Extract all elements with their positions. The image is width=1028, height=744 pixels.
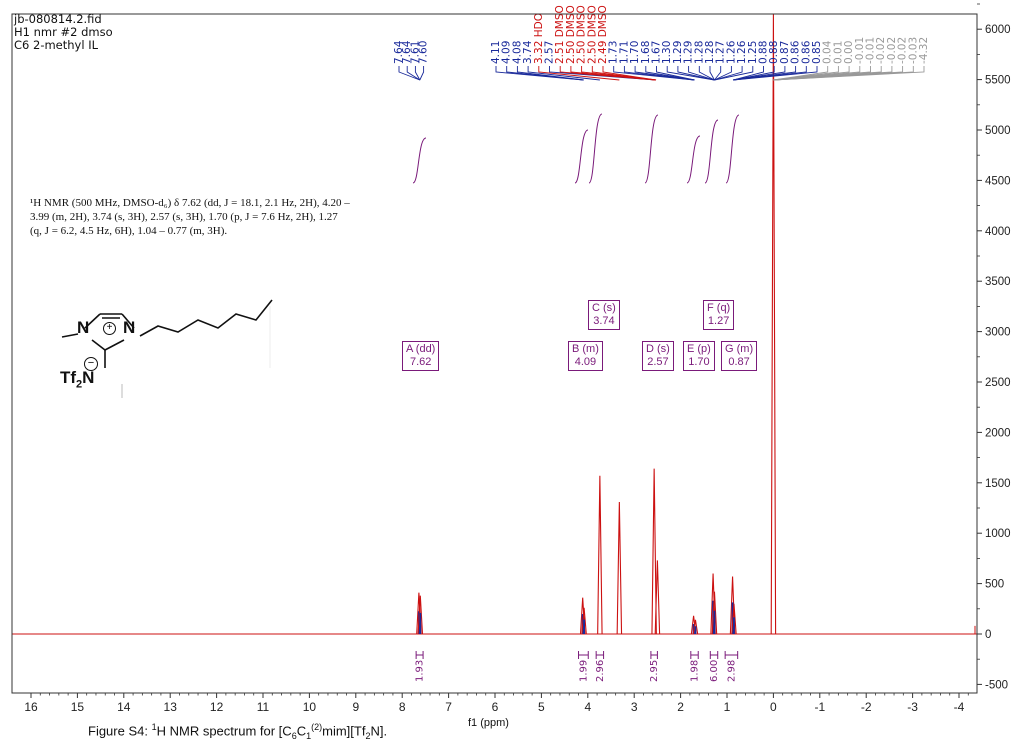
x-axis-label: f1 (ppm)	[468, 717, 509, 729]
x-tick-label: 12	[210, 700, 224, 714]
nitrogen-right-label: N	[123, 318, 136, 337]
spectrum-layer	[12, 14, 977, 635]
integration-value: 1.99	[578, 660, 589, 682]
integral-curve	[725, 114, 740, 184]
multiplet-box-f: F (q) 1.27	[703, 300, 735, 330]
x-tick-label: 0	[770, 700, 777, 714]
x-tick-label: -4	[954, 700, 965, 714]
y-tick-label: 1000	[985, 528, 1011, 540]
x-tick-label: 2	[677, 700, 684, 714]
x-tick-label: 7	[445, 700, 452, 714]
integral-curve	[704, 119, 719, 184]
x-tick-label: 1	[724, 700, 731, 714]
integral-curve	[644, 114, 659, 184]
integral-curve	[588, 113, 603, 184]
y-tick-label: 0	[985, 629, 991, 641]
x-tick-label: 11	[257, 700, 270, 714]
x-tick-label: -2	[861, 700, 872, 714]
integral-curve	[412, 137, 427, 184]
x-tick-label: 3	[631, 700, 638, 714]
integration-value: 6.00	[709, 660, 720, 682]
minus-charge-icon: −	[84, 357, 98, 371]
nmr-spectrum-plot: 7.647.647.617.60 4.114.094.083.743.32 HDO…	[11, 3, 1011, 714]
peak-label-leader	[419, 66, 425, 81]
integration-layer: 1.93 1.99 2.96 2.95 1.98 6.00 2.98	[415, 651, 739, 682]
x-tick-label: -3	[907, 700, 918, 714]
sample-label: C6 2-methyl IL	[14, 38, 98, 52]
x-tick-label: 5	[538, 700, 545, 714]
y-tick-label: 1500	[985, 478, 1011, 490]
y-tick-label: 4500	[985, 175, 1011, 187]
peak-label: -4.32	[918, 37, 930, 64]
integration-value: 1.93	[415, 660, 426, 682]
integral-curves	[412, 113, 740, 184]
multiplet-box-e: E (p) 1.70	[683, 341, 715, 371]
y-tick-label: 2500	[985, 377, 1011, 389]
peak-label: 7.60	[418, 41, 430, 64]
x-tick-label: 14	[117, 700, 131, 714]
integration-value: 2.95	[649, 660, 660, 682]
y-tick-label: 6000	[985, 24, 1011, 36]
multiplet-box-g: G (m) 0.87	[721, 341, 758, 371]
x-tick-label: 6	[492, 700, 499, 714]
spectrum-peak	[770, 14, 777, 635]
x-tick-label: 8	[399, 700, 406, 714]
multiplet-box-c: C (s) 3.74	[588, 300, 620, 330]
x-tick-label: 4	[584, 700, 591, 714]
y-tick-label: 2000	[985, 427, 1011, 439]
y-tick-label: 3000	[985, 327, 1011, 339]
x-tick-label: 16	[24, 700, 38, 714]
multiplet-box-b: B (m) 4.09	[568, 341, 603, 371]
multiplet-box-a: A (dd) 7.62	[402, 341, 440, 371]
peak-label-layer: 7.647.647.617.60 4.114.094.083.743.32 HDO…	[393, 5, 930, 81]
spectrum-peak	[597, 475, 603, 635]
y-tick-label: 3500	[985, 276, 1011, 288]
x-tick-label: -1	[814, 700, 825, 714]
spectrum-peak	[616, 501, 623, 635]
integral-curve	[574, 129, 589, 184]
y-tick-label: -500	[985, 679, 1008, 691]
y-tick-label: 4000	[985, 226, 1011, 238]
integration-value: 1.98	[690, 660, 701, 682]
integration-value: 2.96	[595, 660, 606, 682]
x-tick-label: 10	[303, 700, 317, 714]
multiplet-box-d: D (s) 2.57	[642, 341, 674, 371]
nmr-summary-text: ¹H NMR (500 MHz, DMSO-d₆) δ 7.62 (dd, J …	[30, 197, 350, 237]
y-tick-label: 500	[985, 579, 1004, 591]
axis-layer: 16 15 14 13 12 11 10 9 8 7 6 5 4 3 2 1 0 -1 -2 -3 -4-5000500…	[11, 3, 1011, 714]
plus-charge-icon: +	[103, 322, 116, 335]
nitrogen-left-label: N	[77, 318, 90, 337]
plot-frame	[11, 13, 978, 694]
y-tick-label: 5000	[985, 125, 1011, 137]
figure-caption: Figure S4: 1H NMR spectrum for [C6C1(2)m…	[88, 722, 388, 741]
anion-label: Tf2N	[60, 368, 95, 391]
x-tick-label: 15	[71, 700, 85, 714]
x-tick-label: 13	[164, 700, 178, 714]
y-tick-label: 5500	[985, 75, 1011, 87]
integral-curve	[686, 135, 701, 184]
integration-value: 2.98	[726, 660, 737, 682]
x-tick-label: 9	[352, 700, 359, 714]
